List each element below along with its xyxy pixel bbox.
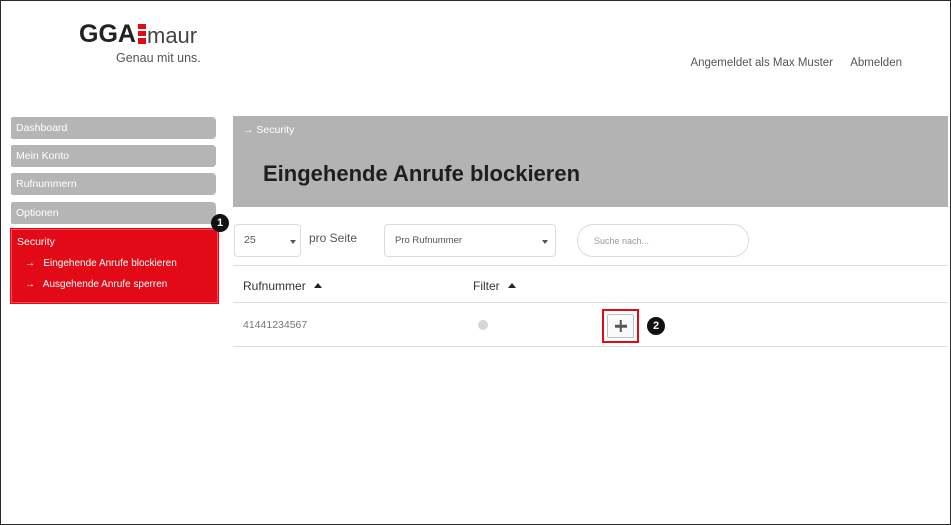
sidebar-subitem-label: Eingehende Anrufe blockieren (43, 258, 177, 269)
search-input[interactable] (577, 224, 749, 257)
sort-up-icon (507, 283, 516, 288)
arrow-right-icon: → (25, 258, 35, 269)
filter-type-value: Pro Rufnummer (395, 235, 463, 246)
logo-tagline: Genau mit uns. (116, 51, 201, 65)
add-filter-button[interactable] (602, 309, 639, 343)
sidebar-subitem-eingehende[interactable]: → Eingehende Anrufe blockieren (25, 258, 177, 269)
filter-type-select[interactable]: Pro Rufnummer (384, 224, 556, 257)
app-window: GGA maur Genau mit uns. Angemeldet als M… (0, 0, 951, 525)
logo-text: GGA (79, 20, 136, 48)
sidebar-item-rufnummern[interactable]: Rufnummern (11, 173, 216, 195)
column-header-label: Rufnummer (243, 279, 306, 293)
sidebar-item-optionen[interactable]: Optionen (11, 202, 216, 224)
table-divider-bottom (233, 346, 948, 347)
sort-up-icon (313, 283, 322, 288)
column-header-label: Filter (473, 279, 500, 293)
header-user-links: Angemeldet als Max Muster Abmelden (676, 57, 902, 69)
breadcrumb[interactable]: → Security (243, 124, 294, 136)
sidebar-item-security-label: Security (17, 236, 55, 248)
logout-link[interactable]: Abmelden (850, 57, 902, 69)
logo[interactable]: GGA maur Genau mit uns. (79, 19, 219, 69)
plus-icon (607, 314, 634, 338)
chevron-down-icon (542, 240, 548, 244)
sidebar-item-dashboard[interactable]: Dashboard (11, 117, 216, 139)
annotation-badge-2: 2 (647, 317, 665, 335)
sidebar-item-mein-konto[interactable]: Mein Konto (11, 145, 216, 167)
logged-in-label: Angemeldet als Max Muster (690, 57, 833, 69)
per-page-label: pro Seite (309, 231, 358, 245)
sidebar-subitem-label: Ausgehende Anrufe sperren (42, 279, 168, 290)
chevron-down-icon (290, 240, 296, 244)
table-cell-rufnummer: 41441234567 (243, 319, 308, 331)
arrow-right-icon: → (25, 279, 35, 290)
column-header-filter[interactable]: Filter (473, 279, 516, 293)
page-header: → Security Eingehende Anrufe blockieren (233, 116, 948, 207)
annotation-badge-1: 1 (211, 214, 229, 232)
table-divider-top (233, 265, 948, 266)
sidebar-item-security[interactable]: Security → Eingehende Anrufe blockieren … (11, 229, 218, 303)
table-divider-header (233, 302, 948, 303)
filter-status-dot (478, 320, 488, 330)
per-page-value: 25 (244, 234, 256, 246)
page-title: Eingehende Anrufe blockieren (263, 161, 581, 186)
column-header-rufnummer[interactable]: Rufnummer (243, 279, 322, 293)
logo-subtext: maur (147, 23, 198, 48)
logo-mark-icon (138, 24, 146, 44)
per-page-select[interactable]: 25 (234, 224, 301, 257)
sidebar-subitem-ausgehende[interactable]: → Ausgehende Anrufe sperren (25, 279, 167, 290)
